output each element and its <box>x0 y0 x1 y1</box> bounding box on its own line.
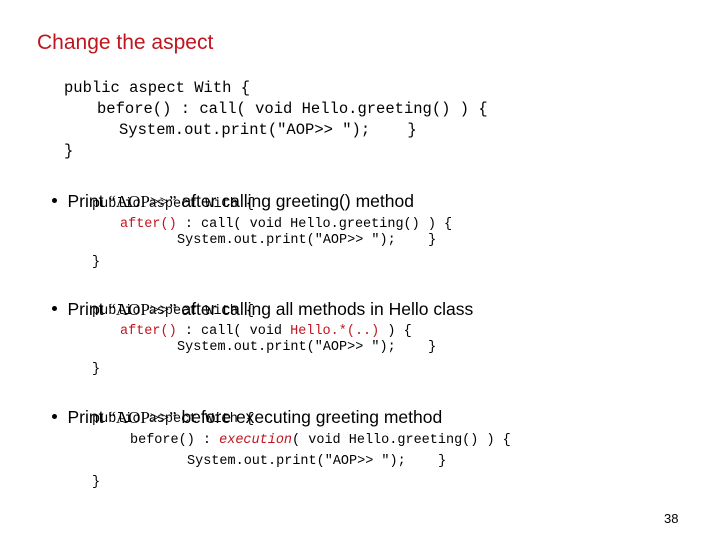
code-line: before() : call( void Hello.greeting() )… <box>97 100 488 118</box>
slide-title: Change the aspect <box>37 31 214 54</box>
code-line: before() : execution( void Hello.greetin… <box>130 434 511 448</box>
code-text: ) { <box>379 324 412 339</box>
page-number: 38 <box>664 511 679 526</box>
advice-keyword: after() <box>120 217 177 232</box>
code-line: public aspect With { <box>64 79 251 97</box>
code-text: : call( void Hello.greeting() ) { <box>176 217 453 232</box>
code-line: System.out.print("AOP>> "); } <box>177 233 437 248</box>
bullet-dot-icon <box>52 413 58 419</box>
code-line: public aspect With { <box>92 304 255 319</box>
code-text: ( void Hello.greeting() ) { <box>292 433 511 448</box>
code-line: after() : call( void Hello.*(..) ) { <box>120 325 412 339</box>
code-line: System.out.print("AOP>> "); } <box>187 454 447 469</box>
code-line: } <box>92 362 101 377</box>
code-line: } <box>92 255 101 270</box>
code-line: } <box>64 142 74 160</box>
code-text: before() : <box>130 433 220 448</box>
code-line: } <box>92 475 101 490</box>
code-text: : call( void <box>176 324 291 339</box>
code-line: System.out.print("AOP>> "); } <box>119 121 417 139</box>
code-line: public aspect With { <box>92 412 255 427</box>
bullet-dot-icon <box>52 197 58 203</box>
method-pattern: Hello.*(..) <box>290 324 380 339</box>
advice-keyword: after() <box>120 324 177 339</box>
code-line: public aspect With { <box>92 197 255 212</box>
code-line: after() : call( void Hello.greeting() ) … <box>120 218 452 232</box>
bullet-dot-icon <box>52 305 58 311</box>
code-line: System.out.print("AOP>> "); } <box>177 340 437 355</box>
pointcut-keyword: execution <box>219 433 293 448</box>
